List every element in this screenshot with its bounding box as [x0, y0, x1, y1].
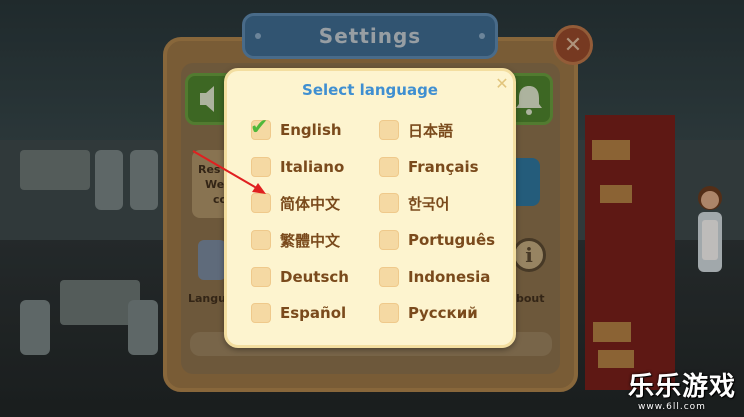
checkbox[interactable]: [379, 303, 399, 323]
language-label: 繁體中文: [280, 231, 341, 250]
language-label: Français: [408, 158, 479, 176]
language-option-francais[interactable]: Français: [379, 154, 479, 180]
language-option-deutsch[interactable]: Deutsch: [251, 264, 349, 290]
checkbox[interactable]: [251, 303, 271, 323]
language-option-japanese[interactable]: 日本語: [379, 117, 453, 143]
checkbox[interactable]: [251, 157, 271, 177]
language-label: Português: [408, 231, 496, 249]
language-dialog: Select language ✕ ✔ English Italiano 简体中…: [224, 68, 516, 348]
language-option-traditional-chinese[interactable]: 繁體中文: [251, 227, 340, 253]
language-label: Русский: [408, 304, 478, 322]
language-option-indonesia[interactable]: Indonesia: [379, 264, 490, 290]
language-label: Español: [280, 304, 347, 322]
checkbox[interactable]: [379, 230, 399, 250]
language-label: 한국어: [408, 194, 450, 213]
language-label: 日本語: [408, 121, 454, 140]
checkbox[interactable]: ✔: [250, 115, 271, 140]
language-label: 简体中文: [280, 194, 341, 213]
language-label: Indonesia: [408, 268, 491, 286]
watermark-url: www.6ll.com: [638, 402, 706, 412]
language-option-espanol[interactable]: Español: [251, 300, 346, 326]
site-watermark: 乐乐游戏 www.6ll.com: [628, 366, 744, 417]
language-label: Deutsch: [280, 268, 349, 286]
language-dialog-title: Select language: [302, 81, 438, 99]
language-option-korean[interactable]: 한국어: [379, 190, 449, 216]
language-option-russian[interactable]: Русский: [379, 300, 478, 326]
checkbox[interactable]: [379, 120, 399, 140]
language-label: English: [280, 121, 342, 139]
checkbox[interactable]: [251, 230, 271, 250]
language-dialog-close-icon[interactable]: ✕: [493, 75, 511, 93]
checkbox[interactable]: [379, 267, 399, 287]
checkbox[interactable]: [251, 267, 271, 287]
checkbox[interactable]: [379, 157, 399, 177]
checkbox[interactable]: [379, 193, 399, 213]
language-label: Italiano: [280, 158, 345, 176]
language-option-portugues[interactable]: Português: [379, 227, 495, 253]
watermark-brand: 乐乐游戏: [628, 372, 737, 402]
language-option-english[interactable]: ✔ English: [250, 115, 342, 143]
checkmark-icon: ✔: [250, 115, 269, 140]
checkbox[interactable]: [251, 193, 271, 213]
language-option-simplified-chinese[interactable]: 简体中文: [251, 190, 340, 216]
language-option-italiano[interactable]: Italiano: [251, 154, 344, 180]
